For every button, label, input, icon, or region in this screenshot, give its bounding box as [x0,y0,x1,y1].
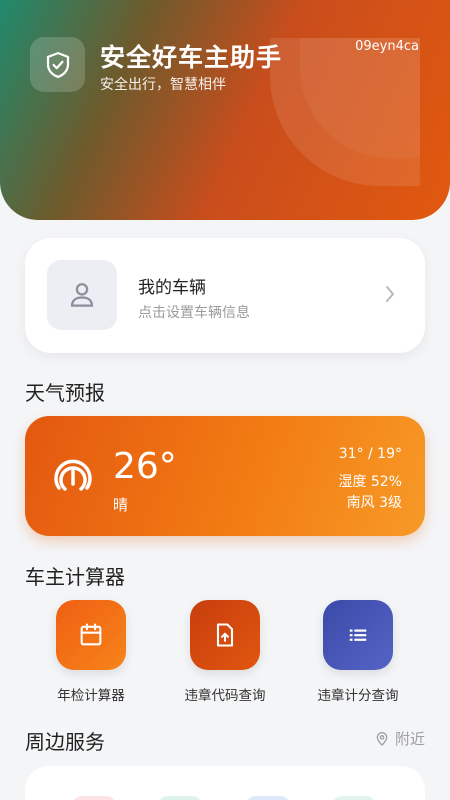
calc-label: 年检计算器 [57,688,125,704]
calculators-section-title: 车主计算器 [25,565,125,589]
user-id: 09eyn4ca [355,39,419,54]
calc-violation-code[interactable]: 违章代码查询 [170,600,280,704]
nearby-section-title: 周边服务 [25,730,105,754]
service-icon-peek [246,796,290,800]
calendar-icon [80,623,102,646]
calc-label: 违章计分查询 [317,688,399,704]
header-banner: 安全好车主助手 安全出行，智慧相伴 09eyn4ca [0,0,450,220]
list-icon [349,629,367,641]
nearby-services-card [25,766,425,800]
app-title: 安全好车主助手 [100,43,283,72]
vehicle-title: 我的车辆 [138,278,206,298]
calc-annual-inspection[interactable]: 年检计算器 [36,600,146,704]
calc-label: 违章代码查询 [184,688,266,704]
weather-card[interactable]: 26° 晴 31° / 19° 湿度 52% 南风 3级 [25,416,425,536]
location-pin-icon [376,731,388,746]
humidity: 湿度 52% [338,474,402,490]
file-upload-icon [216,623,234,647]
shield-check-icon [46,51,69,78]
app-subtitle: 安全出行，智慧相伴 [100,77,226,93]
temperature: 26° [113,446,177,487]
nearby-link[interactable]: 附近 [374,728,425,749]
weather-condition: 晴 [113,496,129,514]
calc-violation-points[interactable]: 违章计分查询 [303,600,413,704]
service-icon-peek [332,796,376,800]
avatar [47,260,117,330]
calc-tile[interactable] [190,600,260,670]
gauge-icon [54,459,92,491]
wind: 南风 3级 [346,495,402,511]
nearby-link-label: 附近 [394,730,425,748]
vehicle-subtitle: 点击设置车辆信息 [138,305,250,321]
service-icon-peek [158,796,202,800]
calc-tile[interactable] [323,600,393,670]
weather-section-title: 天气预报 [25,381,105,405]
chevron-right-icon [386,286,394,302]
app-logo [30,37,85,92]
temperature-range: 31° / 19° [338,446,402,462]
my-vehicle-card[interactable]: 我的车辆 点击设置车辆信息 [25,238,425,353]
service-icon-peek [72,796,116,800]
calc-tile[interactable] [56,600,126,670]
user-icon [70,283,94,307]
